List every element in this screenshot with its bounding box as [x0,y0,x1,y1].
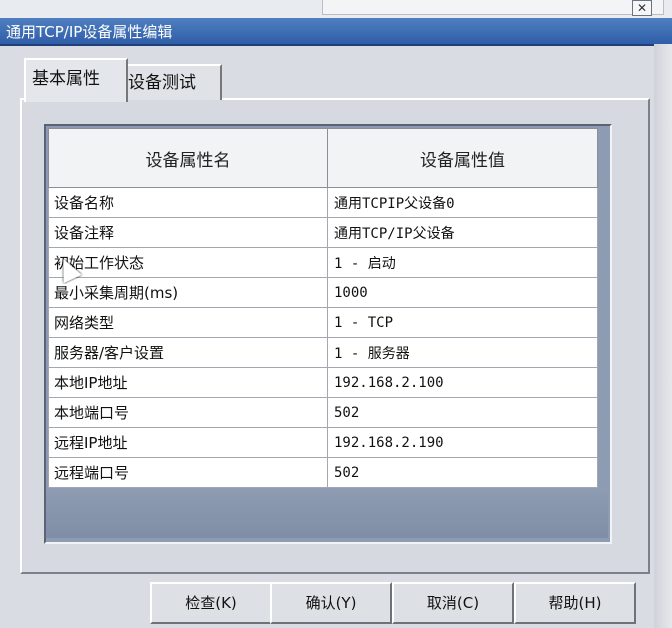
property-value[interactable]: 1000 [327,277,598,308]
table-row[interactable]: 最小采集周期(ms) 1000 [48,277,598,308]
property-name: 初始工作状态 [48,247,328,278]
table-row[interactable]: 本地IP地址 192.168.2.100 [48,367,598,398]
property-table: 设备属性名 设备属性值 设备名称 通用TCPIP父设备0 设备注释 通用TCP/… [48,128,598,488]
table-header-row: 设备属性名 设备属性值 [48,128,598,188]
property-grid-empty-area [46,492,608,538]
table-row[interactable]: 远程端口号 502 [48,457,598,488]
column-header-name: 设备属性名 [48,128,328,188]
property-name: 远程IP地址 [48,427,328,458]
table-row[interactable]: 本地端口号 502 [48,397,598,428]
table-row[interactable]: 服务器/客户设置 1 - 服务器 [48,337,598,368]
property-value[interactable]: 502 [327,397,598,428]
table-row[interactable]: 设备名称 通用TCPIP父设备0 [48,187,598,218]
tab-basic-properties[interactable]: 基本属性 [24,58,128,102]
background-window [322,0,664,15]
title-bar: 通用TCP/IP设备属性编辑 [0,18,672,46]
property-value[interactable]: 192.168.2.100 [327,367,598,398]
property-value[interactable]: 502 [327,457,598,488]
property-value[interactable]: 1 - 服务器 [327,337,598,368]
table-row[interactable]: 远程IP地址 192.168.2.190 [48,427,598,458]
window-edge [654,44,672,628]
dialog-button-bar: 检查(K) 确认(Y) 取消(C) 帮助(H) [0,582,672,624]
property-value[interactable]: 1 - TCP [327,307,598,338]
property-value[interactable]: 通用TCP/IP父设备 [327,217,598,248]
close-icon[interactable]: ✕ [632,0,652,16]
property-name: 设备注释 [48,217,328,248]
table-row[interactable]: 网络类型 1 - TCP [48,307,598,338]
property-value[interactable]: 192.168.2.190 [327,427,598,458]
check-button[interactable]: 检查(K) [150,582,272,624]
confirm-button[interactable]: 确认(Y) [270,582,392,624]
table-row[interactable]: 初始工作状态 1 - 启动 [48,247,598,278]
property-name: 网络类型 [48,307,328,338]
property-name: 远程端口号 [48,457,328,488]
column-header-value: 设备属性值 [327,128,598,188]
property-value[interactable]: 通用TCPIP父设备0 [327,187,598,218]
table-row[interactable]: 设备注释 通用TCP/IP父设备 [48,217,598,248]
property-name: 服务器/客户设置 [48,337,328,368]
window-title: 通用TCP/IP设备属性编辑 [6,23,173,41]
property-name: 设备名称 [48,187,328,218]
property-name: 本地端口号 [48,397,328,428]
property-name: 最小采集周期(ms) [48,277,328,308]
property-name: 本地IP地址 [48,367,328,398]
background-window-strip: ✕ [0,0,672,19]
property-value[interactable]: 1 - 启动 [327,247,598,278]
help-button[interactable]: 帮助(H) [514,582,636,624]
cancel-button[interactable]: 取消(C) [392,582,514,624]
tab-device-test[interactable]: 设备测试 [120,64,222,100]
